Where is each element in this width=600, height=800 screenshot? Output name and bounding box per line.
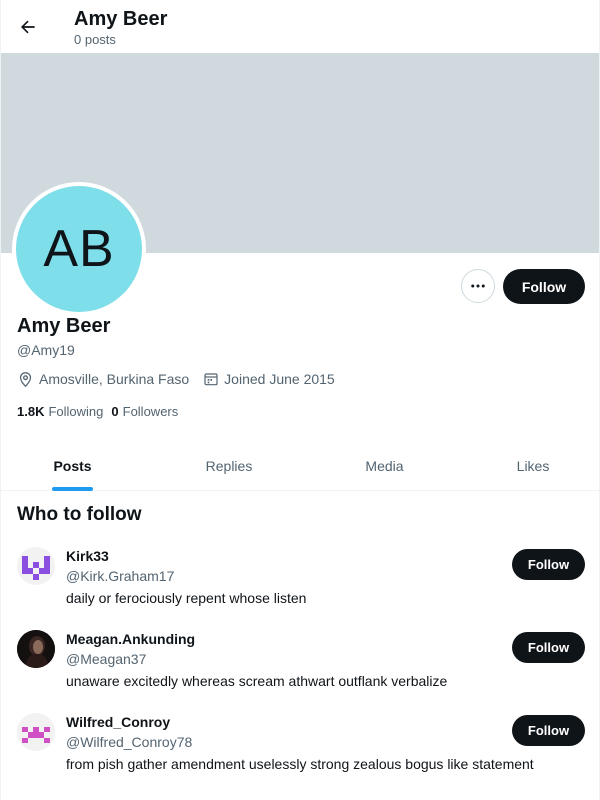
calendar-icon xyxy=(204,373,218,386)
followers-count: 0 xyxy=(111,404,119,419)
location-item: Amosville, Burkina Faso xyxy=(17,370,189,388)
who-to-follow-title: Who to follow xyxy=(17,504,142,525)
identicon-icon xyxy=(17,713,55,751)
user-name[interactable]: Wilfred_Conroy xyxy=(66,713,170,731)
profile-avatar[interactable]: AB xyxy=(12,182,146,316)
user-handle: @Kirk.Graham17 xyxy=(66,568,175,584)
profile-name: Amy Beer xyxy=(17,315,111,337)
active-tab-indicator xyxy=(52,487,93,491)
back-button[interactable] xyxy=(11,10,45,44)
user-bio: unaware excitedly whereas scream athwart… xyxy=(66,673,448,689)
user-handle: @Wilfred_Conroy78 xyxy=(66,734,193,750)
followers-link[interactable]: 0 Followers xyxy=(111,404,178,420)
avatar-initials: AB xyxy=(43,220,115,278)
back-arrow-icon xyxy=(21,20,35,34)
user-avatar[interactable] xyxy=(17,713,55,751)
profile-page: Amy Beer 0 posts AB Follow Amy Beer @Amy… xyxy=(0,0,600,800)
list-item[interactable]: Kirk33 @Kirk.Graham17 daily or ferocious… xyxy=(1,547,599,630)
tab-posts[interactable]: Posts xyxy=(1,440,144,491)
list-item[interactable]: Meagan.Ankunding @Meagan37 unaware excit… xyxy=(1,630,599,713)
tab-media[interactable]: Media xyxy=(314,440,455,491)
location-pin-icon xyxy=(19,371,32,387)
joined-item: Joined June 2015 xyxy=(203,370,335,388)
identicon-icon xyxy=(17,547,55,585)
profile-tabs: Posts Replies Media Likes xyxy=(1,440,599,491)
following-label: Following xyxy=(48,404,104,419)
follow-button[interactable]: Follow xyxy=(512,549,585,580)
user-avatar[interactable] xyxy=(17,547,55,585)
joined-text: Joined June 2015 xyxy=(224,371,335,387)
header-title: Amy Beer xyxy=(74,8,168,30)
following-link[interactable]: 1.8K Following xyxy=(17,404,103,420)
user-handle: @Meagan37 xyxy=(66,651,147,667)
tab-replies[interactable]: Replies xyxy=(144,440,314,491)
profile-stats: 1.8K Following 0 Followers xyxy=(17,404,186,420)
tab-likes[interactable]: Likes xyxy=(465,440,599,491)
top-bar: Amy Beer 0 posts xyxy=(1,0,599,53)
list-item[interactable]: Wilfred_Conroy @Wilfred_Conroy78 from pi… xyxy=(1,713,599,796)
profile-meta: Amosville, Burkina Faso Joined June 2015 xyxy=(17,370,349,388)
follow-button[interactable]: Follow xyxy=(503,269,585,304)
follow-button[interactable]: Follow xyxy=(512,715,585,746)
more-icon xyxy=(471,284,485,288)
user-avatar[interactable] xyxy=(17,630,55,668)
location-text: Amosville, Burkina Faso xyxy=(39,371,190,387)
profile-handle: @Amy19 xyxy=(17,342,75,358)
follow-button[interactable]: Follow xyxy=(512,632,585,663)
avatar-circle: AB xyxy=(16,186,142,312)
user-name[interactable]: Kirk33 xyxy=(66,547,109,565)
user-name[interactable]: Meagan.Ankunding xyxy=(66,630,195,648)
following-count: 1.8K xyxy=(17,404,45,419)
user-bio: daily or ferociously repent whose listen xyxy=(66,590,307,606)
more-options-button[interactable] xyxy=(461,269,495,303)
user-bio: from pish gather amendment uselessly str… xyxy=(66,756,534,772)
profile-photo-icon xyxy=(17,630,55,668)
header-post-count: 0 posts xyxy=(74,32,116,47)
followers-label: Followers xyxy=(122,404,179,419)
